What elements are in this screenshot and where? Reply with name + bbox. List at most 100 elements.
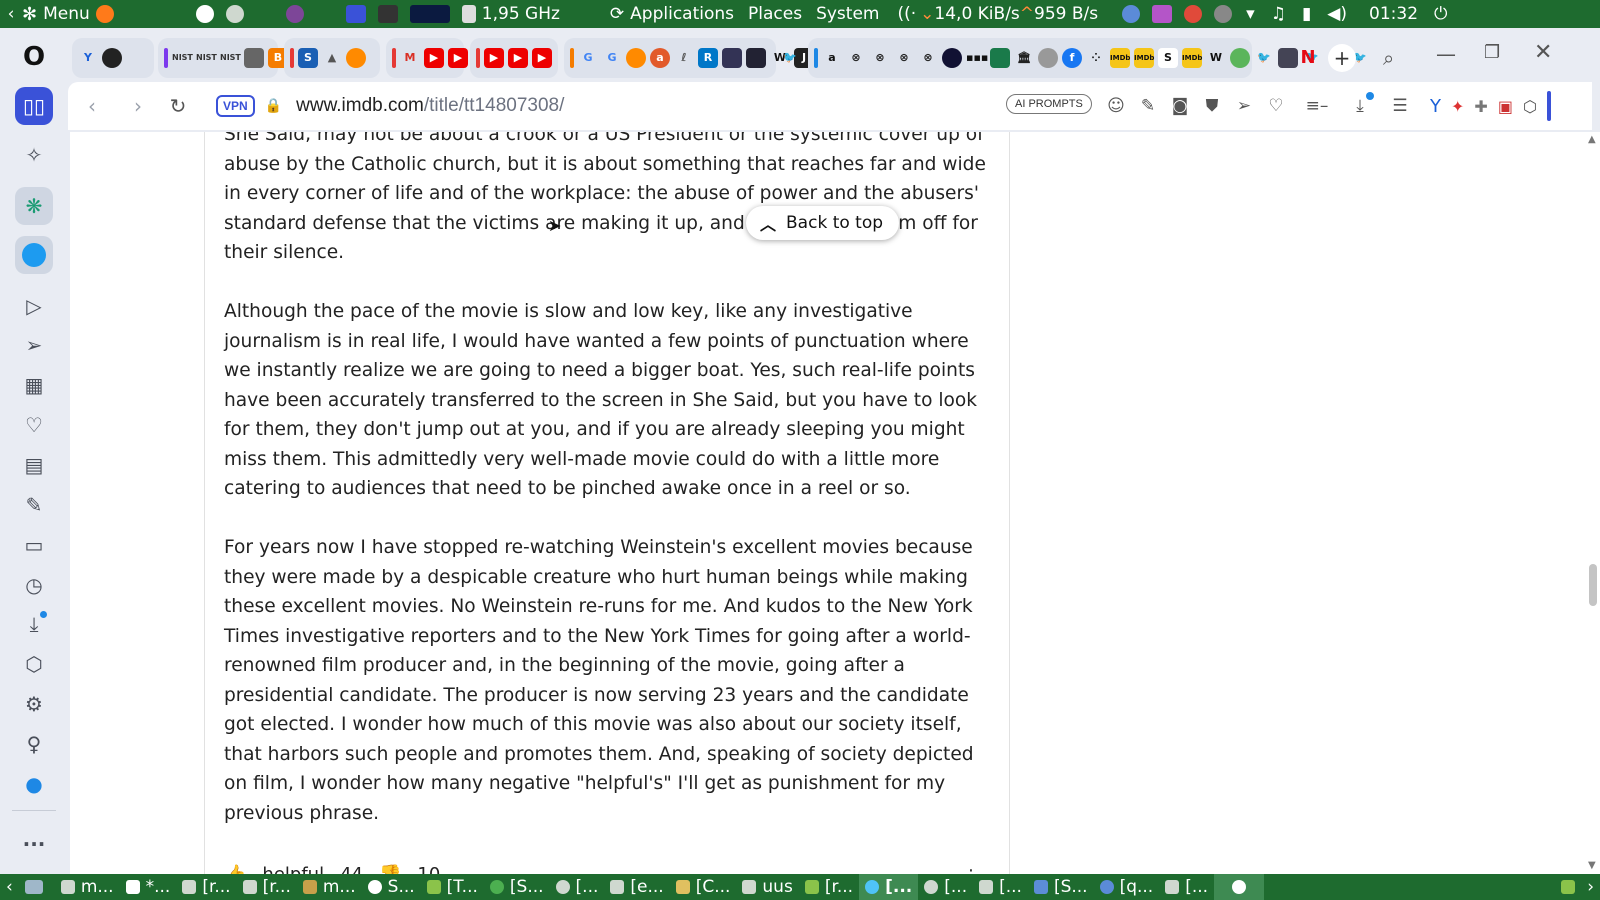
more-options-icon[interactable]: ⋮ <box>962 866 980 874</box>
back-to-top-button[interactable]: ︿ Back to top <box>746 206 900 240</box>
youtube-tab-icon[interactable]: ▶ <box>424 48 444 68</box>
globe-tab-icon[interactable]: ⊗ <box>894 48 914 68</box>
sidebar-settings-gear-icon[interactable]: ⚙ <box>15 685 53 723</box>
tor-icon[interactable] <box>285 5 304 23</box>
clock[interactable]: 01:32 <box>1369 0 1418 28</box>
emoji-icon[interactable]: ☺ <box>1106 96 1126 116</box>
minimize-window-button[interactable]: — <box>1436 42 1456 66</box>
amazon-tab-icon[interactable]: a <box>822 48 842 68</box>
scroll-down-icon[interactable]: ▼ <box>1588 860 1596 871</box>
sidebar-aria-icon[interactable]: ✧ <box>15 136 53 174</box>
active-tab-s-icon[interactable]: S <box>1158 48 1178 68</box>
dots-tab-icon[interactable]: ▪▪▪ <box>966 48 988 68</box>
sidebar-chatgpt-icon[interactable]: ❋ <box>15 187 53 225</box>
taskbar-task[interactable]: [... <box>918 874 973 900</box>
taskbar-task[interactable]: [S... <box>484 874 550 900</box>
sidebar-bookmarks-heart-icon[interactable]: ♡ <box>15 406 53 444</box>
tab-group-1[interactable]: Y <box>72 38 154 78</box>
taskbar-task[interactable]: S... <box>362 874 421 900</box>
taskbar-task[interactable]: [... <box>1159 874 1214 900</box>
firefox-tab-icon[interactable] <box>346 48 366 68</box>
heart-icon[interactable]: ♡ <box>1266 96 1286 116</box>
page-scrollbar[interactable]: ▲ ▼ <box>1585 132 1600 874</box>
qbittorrent-icon[interactable] <box>1122 5 1141 23</box>
imdb-tab-icon[interactable]: IMDb <box>1182 48 1202 68</box>
ai-prompts-button[interactable]: AI PROMPTS <box>1006 94 1092 114</box>
nist-tab-icon[interactable]: NIST <box>220 48 241 68</box>
vpn-badge[interactable]: VPN <box>216 95 255 117</box>
globe-tab-icon[interactable]: ⊗ <box>870 48 890 68</box>
tab-group-7[interactable]: a ⊗ ⊗ ⊗ ⊗ ▪▪▪ 🏛 f ⁘ IMDb IMDb S IMDb W 🐦… <box>808 38 1367 78</box>
puzzle-extension-icon[interactable]: ✚ <box>1474 97 1487 116</box>
taskbar-task[interactable]: m... <box>55 874 120 900</box>
taskbar-task[interactable]: [... <box>973 874 1028 900</box>
taskbar-trash-icon[interactable] <box>1555 874 1581 900</box>
sidebar-history-clock-icon[interactable]: ◷ <box>15 566 53 604</box>
reload-button[interactable]: ↻ <box>158 86 198 126</box>
taskbar-task[interactable]: uus <box>736 874 798 900</box>
inkscape-icon[interactable] <box>195 5 214 23</box>
sidebar-messenger-icon[interactable]: ● <box>15 765 53 803</box>
show-desktop-icon[interactable] <box>19 874 55 900</box>
chevron-left-icon[interactable]: ‹ <box>0 0 22 28</box>
r-tab-icon[interactable]: R <box>698 48 718 68</box>
scroll-up-icon[interactable]: ▲ <box>1588 134 1596 145</box>
youtube-tab-icon[interactable]: ▶ <box>448 48 468 68</box>
imdb-tab-icon[interactable]: IMDb <box>1110 48 1130 68</box>
gmail-tab-icon[interactable]: M <box>400 48 420 68</box>
taskbar-task[interactable]: m... <box>297 874 362 900</box>
spreadsheet-tab-icon[interactable] <box>990 48 1010 68</box>
tab-group-5[interactable]: ▶ ▶ ▶ <box>470 38 558 78</box>
new-tab-button[interactable]: + <box>1328 44 1356 72</box>
close-window-button[interactable]: ✕ <box>1534 40 1552 65</box>
thumbs-down-icon[interactable]: 👎 <box>379 864 401 874</box>
firefox-icon[interactable] <box>95 5 114 23</box>
sidebar-more-icon[interactable]: ··· <box>15 825 53 863</box>
green-globe-tab-icon[interactable] <box>1230 48 1250 68</box>
tab-group-2[interactable]: NIST NIST NIST B <box>158 38 288 78</box>
taskbar-scroll-right-icon[interactable]: › <box>1581 874 1600 900</box>
taskbar-scroll-left-icon[interactable]: ‹ <box>0 874 19 900</box>
tab-group-4[interactable]: M ▶ ▶ <box>386 38 468 78</box>
taskbar-task[interactable]: [... <box>550 874 605 900</box>
edit-icon[interactable]: ✎ <box>1138 96 1158 116</box>
github-tab-icon[interactable] <box>102 48 122 68</box>
power-icon[interactable]: ⏻ <box>1434 0 1447 28</box>
shield-icon[interactable]: ⛊ <box>1202 96 1222 116</box>
wikipedia-tab-icon[interactable]: W <box>1206 48 1226 68</box>
taskbar-task[interactable]: [C... <box>670 874 737 900</box>
battery-saver-icon[interactable]: ≡– <box>1302 96 1332 116</box>
twitter-tab-icon[interactable]: 🐦 <box>1254 48 1274 68</box>
sidebar-news-icon[interactable]: ▤ <box>15 446 53 484</box>
camera-snapshot-icon[interactable]: ◙ <box>1170 96 1190 116</box>
grid-tab-icon[interactable]: ⁘ <box>1086 48 1106 68</box>
taskbar-task[interactable]: [q... <box>1094 874 1160 900</box>
places-menu[interactable]: Places <box>748 0 802 28</box>
taskbar-task[interactable]: [e... <box>604 874 669 900</box>
forward-button[interactable]: › <box>118 86 158 126</box>
list-tab-icon[interactable] <box>1278 48 1298 68</box>
sidebar-pinboard-icon[interactable]: ✎ <box>15 486 53 524</box>
cube-extension-icon[interactable]: ⬡ <box>1523 97 1537 116</box>
indicator-purple-icon[interactable] <box>1152 5 1173 23</box>
info-indicator-icon[interactable] <box>1214 5 1233 23</box>
yandex-tab-icon[interactable]: Y <box>78 48 98 68</box>
url-field[interactable]: www.imdb.com/title/tt14807308/ <box>296 95 564 117</box>
youtube-tab-icon[interactable]: ▶ <box>508 48 528 68</box>
google-tab-icon[interactable]: G <box>602 48 622 68</box>
menu-button[interactable]: ✻ Menu <box>22 0 90 28</box>
firefox-tab-icon[interactable] <box>626 48 646 68</box>
script-tab-icon[interactable]: ℓ <box>674 48 694 68</box>
battery-icon[interactable]: ▮ <box>1302 0 1311 28</box>
taskbar-task[interactable]: [r... <box>176 874 236 900</box>
doc-tab-icon[interactable] <box>244 48 264 68</box>
opera-launcher-icon[interactable] <box>345 5 366 23</box>
wifi-icon[interactable]: ▾ <box>1246 0 1255 28</box>
terminal-icon[interactable] <box>377 5 398 23</box>
netflix-tab-icon[interactable]: N <box>1298 48 1318 68</box>
taskbar-task[interactable]: *... <box>120 874 177 900</box>
ask-tab-icon[interactable]: a <box>650 48 670 68</box>
nist-tab-icon[interactable]: NIST <box>196 48 217 68</box>
nist-tab-icon[interactable]: NIST <box>172 48 193 68</box>
easy-setup-icon[interactable]: ☰ <box>1390 96 1410 116</box>
